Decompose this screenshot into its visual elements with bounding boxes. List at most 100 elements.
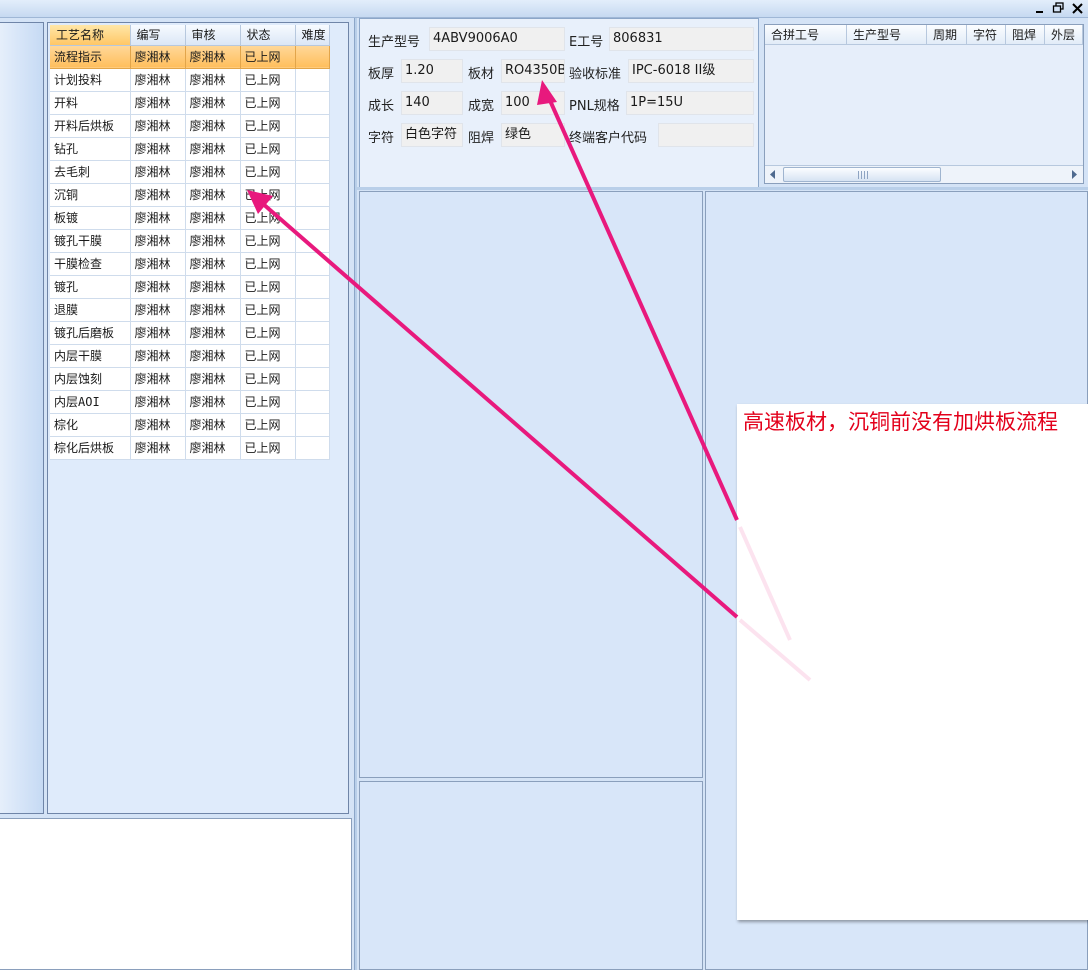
author-cell[interactable]: 廖湘林 — [130, 229, 186, 253]
standard-field[interactable]: IPC-6018 II级 — [628, 59, 754, 83]
soldermask-field[interactable]: 绿色 — [501, 123, 565, 147]
vertical-splitter[interactable] — [354, 18, 357, 970]
table-row[interactable]: 流程指示 廖湘林 廖湘林 已上网 — [50, 45, 330, 69]
scrollbar-thumb[interactable] — [783, 167, 941, 182]
process-name-cell[interactable]: 内层干膜 — [50, 344, 131, 368]
difficulty-cell[interactable] — [295, 413, 330, 437]
reviewer-cell[interactable]: 廖湘林 — [185, 206, 241, 230]
reviewer-cell[interactable]: 廖湘林 — [185, 252, 241, 276]
status-cell[interactable]: 已上网 — [240, 183, 296, 207]
status-cell[interactable]: 已上网 — [240, 252, 296, 276]
author-cell[interactable]: 廖湘林 — [130, 252, 186, 276]
length-field[interactable]: 140 — [401, 91, 463, 115]
reviewer-cell[interactable]: 廖湘林 — [185, 91, 241, 115]
width-field[interactable]: 100 — [501, 91, 565, 115]
process-name-cell[interactable]: 棕化 — [50, 413, 131, 437]
table-row[interactable]: 板镀 廖湘林 廖湘林 已上网 — [50, 206, 330, 230]
process-name-cell[interactable]: 镀孔 — [50, 275, 131, 299]
process-name-cell[interactable]: 计划投料 — [50, 68, 131, 92]
column-header-difficulty[interactable]: 难度 — [295, 25, 330, 46]
column-header-author[interactable]: 编写 — [130, 25, 186, 46]
reviewer-cell[interactable]: 廖湘林 — [185, 45, 241, 69]
table-row[interactable]: 内层干膜 廖湘林 廖湘林 已上网 — [50, 344, 330, 368]
status-cell[interactable]: 已上网 — [240, 160, 296, 184]
column-header-merge-no[interactable]: 合拼工号 — [765, 25, 847, 45]
status-cell[interactable]: 已上网 — [240, 436, 296, 460]
process-name-cell[interactable]: 板镀 — [50, 206, 131, 230]
column-header-reviewer[interactable]: 审核 — [185, 25, 241, 46]
status-cell[interactable]: 已上网 — [240, 114, 296, 138]
table-row[interactable]: 干膜检查 廖湘林 廖湘林 已上网 — [50, 252, 330, 276]
status-cell[interactable]: 已上网 — [240, 344, 296, 368]
author-cell[interactable]: 廖湘林 — [130, 275, 186, 299]
reviewer-cell[interactable]: 廖湘林 — [185, 390, 241, 414]
model-field[interactable]: 4ABV9006A0 — [429, 27, 565, 51]
table-row[interactable]: 沉铜 廖湘林 廖湘林 已上网 — [50, 183, 330, 207]
process-name-cell[interactable]: 钻孔 — [50, 137, 131, 161]
table-row[interactable]: 开料后烘板 廖湘林 廖湘林 已上网 — [50, 114, 330, 138]
author-cell[interactable]: 廖湘林 — [130, 183, 186, 207]
material-field[interactable]: RO4350B — [501, 59, 565, 83]
reviewer-cell[interactable]: 廖湘林 — [185, 367, 241, 391]
status-cell[interactable]: 已上网 — [240, 68, 296, 92]
difficulty-cell[interactable] — [295, 344, 330, 368]
difficulty-cell[interactable] — [295, 321, 330, 345]
difficulty-cell[interactable] — [295, 114, 330, 138]
author-cell[interactable]: 廖湘林 — [130, 91, 186, 115]
character-field[interactable]: 白色字符 — [401, 123, 463, 147]
author-cell[interactable]: 廖湘林 — [130, 45, 186, 69]
difficulty-cell[interactable] — [295, 275, 330, 299]
difficulty-cell[interactable] — [295, 367, 330, 391]
process-name-cell[interactable]: 退膜 — [50, 298, 131, 322]
reviewer-cell[interactable]: 廖湘林 — [185, 436, 241, 460]
table-row[interactable]: 去毛刺 廖湘林 廖湘林 已上网 — [50, 160, 330, 184]
scroll-left-icon[interactable] — [768, 169, 778, 180]
author-cell[interactable]: 廖湘林 — [130, 68, 186, 92]
reviewer-cell[interactable]: 廖湘林 — [185, 298, 241, 322]
scroll-right-icon[interactable] — [1069, 169, 1079, 180]
author-cell[interactable]: 廖湘林 — [130, 344, 186, 368]
status-cell[interactable]: 已上网 — [240, 390, 296, 414]
status-cell[interactable]: 已上网 — [240, 321, 296, 345]
close-icon[interactable] — [1071, 1, 1084, 15]
reviewer-cell[interactable]: 廖湘林 — [185, 321, 241, 345]
process-name-cell[interactable]: 流程指示 — [50, 45, 131, 69]
author-cell[interactable]: 廖湘林 — [130, 390, 186, 414]
difficulty-cell[interactable] — [295, 160, 330, 184]
horizontal-splitter[interactable] — [357, 187, 1088, 190]
difficulty-cell[interactable] — [295, 68, 330, 92]
pnl-field[interactable]: 1P=15U — [626, 91, 754, 115]
process-name-cell[interactable]: 干膜检查 — [50, 252, 131, 276]
table-row[interactable]: 钻孔 廖湘林 廖湘林 已上网 — [50, 137, 330, 161]
table-row[interactable]: 棕化 廖湘林 廖湘林 已上网 — [50, 413, 330, 437]
reviewer-cell[interactable]: 廖湘林 — [185, 160, 241, 184]
table-row[interactable]: 计划投料 廖湘林 廖湘林 已上网 — [50, 68, 330, 92]
status-cell[interactable]: 已上网 — [240, 45, 296, 69]
status-cell[interactable]: 已上网 — [240, 275, 296, 299]
column-header-outer-layer[interactable]: 外层 — [1045, 25, 1083, 45]
difficulty-cell[interactable] — [295, 252, 330, 276]
customer-code-field[interactable] — [658, 123, 754, 147]
process-name-cell[interactable]: 去毛刺 — [50, 160, 131, 184]
reviewer-cell[interactable]: 廖湘林 — [185, 413, 241, 437]
difficulty-cell[interactable] — [295, 91, 330, 115]
author-cell[interactable]: 廖湘林 — [130, 321, 186, 345]
column-header-soldermask[interactable]: 阻焊 — [1006, 25, 1045, 45]
author-cell[interactable]: 廖湘林 — [130, 298, 186, 322]
table-row[interactable]: 内层AOI 廖湘林 廖湘林 已上网 — [50, 390, 330, 414]
reviewer-cell[interactable]: 廖湘林 — [185, 183, 241, 207]
thickness-field[interactable]: 1.20 — [401, 59, 463, 83]
status-cell[interactable]: 已上网 — [240, 137, 296, 161]
table-row[interactable]: 棕化后烘板 廖湘林 廖湘林 已上网 — [50, 436, 330, 460]
status-cell[interactable]: 已上网 — [240, 413, 296, 437]
column-header-cycle[interactable]: 周期 — [927, 25, 967, 45]
status-cell[interactable]: 已上网 — [240, 298, 296, 322]
author-cell[interactable]: 廖湘林 — [130, 436, 186, 460]
process-name-cell[interactable]: 内层蚀刻 — [50, 367, 131, 391]
table-row[interactable]: 镀孔 廖湘林 廖湘林 已上网 — [50, 275, 330, 299]
status-cell[interactable]: 已上网 — [240, 206, 296, 230]
table-row[interactable]: 开料 廖湘林 廖湘林 已上网 — [50, 91, 330, 115]
difficulty-cell[interactable] — [295, 183, 330, 207]
process-name-cell[interactable]: 沉铜 — [50, 183, 131, 207]
process-name-cell[interactable]: 开料 — [50, 91, 131, 115]
